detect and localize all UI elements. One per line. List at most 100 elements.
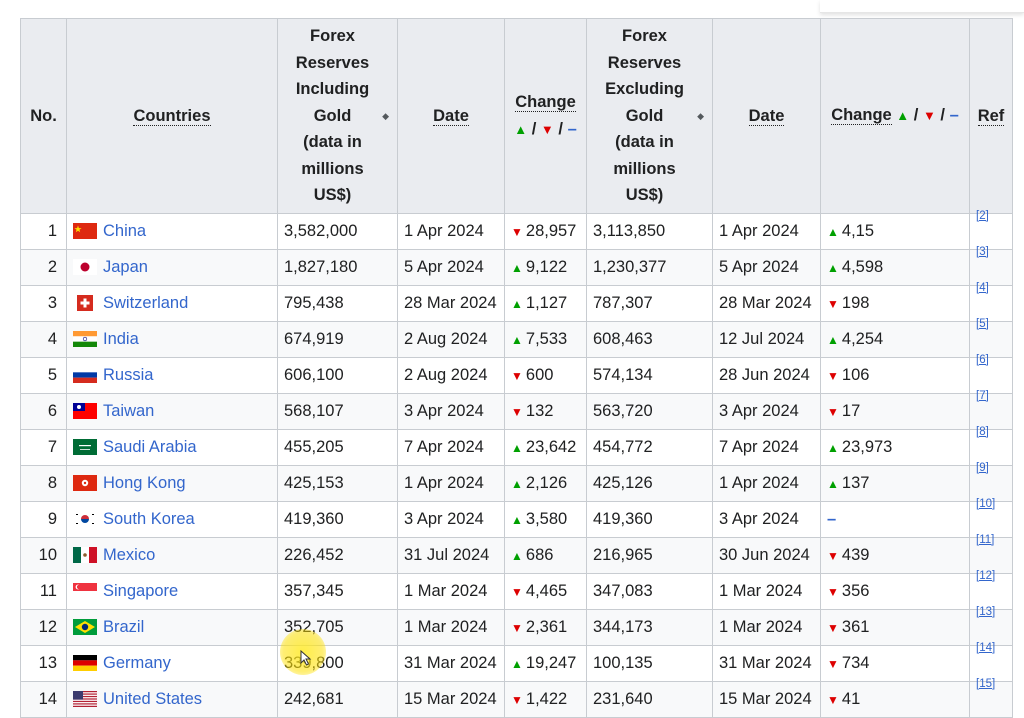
country-cell: United States bbox=[66, 681, 278, 718]
ref-cell: [7] bbox=[969, 390, 1013, 430]
reference-link[interactable]: [4] bbox=[976, 282, 989, 294]
rank-cell: 5 bbox=[20, 357, 67, 394]
country-link[interactable]: United States bbox=[103, 690, 202, 708]
country-cell: India bbox=[66, 321, 278, 358]
date-cell: 7 Apr 2024 bbox=[712, 429, 821, 466]
country-link[interactable]: Singapore bbox=[103, 582, 178, 600]
singapore-flag-icon bbox=[73, 582, 97, 599]
rank-cell: 12 bbox=[20, 609, 67, 646]
triangle-down-icon: ▼ bbox=[511, 225, 523, 239]
country-cell: Germany bbox=[66, 645, 278, 682]
date-cell: 3 Apr 2024 bbox=[397, 501, 505, 538]
ref-cell: [2] bbox=[969, 210, 1013, 250]
country-link[interactable]: Saudi Arabia bbox=[103, 438, 197, 456]
country-link[interactable]: China bbox=[103, 222, 146, 240]
col-header-forex-excluding-gold[interactable]: Forex Reserves Excluding Gold (data in millio… bbox=[586, 18, 713, 214]
reference-link[interactable]: [14] bbox=[976, 642, 995, 654]
germany-flag-icon bbox=[73, 654, 97, 671]
header-line: Reserves bbox=[295, 53, 370, 72]
date-cell: 15 Mar 2024 bbox=[712, 681, 821, 718]
table-row: 8 Hong Kong 425,153 1 Apr 2024 ▲ 2,126 425,126… bbox=[20, 462, 1013, 502]
country-link[interactable]: Hong Kong bbox=[103, 474, 186, 492]
table-row: 3 Switzerland 795,438 28 Mar 2024 ▲ 1,127 787,… bbox=[20, 282, 1013, 322]
triangle-down-icon: ▼ bbox=[827, 657, 839, 671]
country-link[interactable]: South Korea bbox=[103, 510, 195, 528]
rank-cell: 11 bbox=[20, 573, 67, 610]
change-cell: ▲ 9,122 bbox=[504, 249, 587, 286]
reference-link[interactable]: [9] bbox=[976, 462, 989, 474]
header-line: (data in bbox=[303, 133, 362, 152]
col-header-change-2[interactable]: Change ▲ / ▼ / – bbox=[820, 18, 970, 214]
sort-icon[interactable]: ◆ bbox=[382, 112, 389, 121]
col-header-ref[interactable]: Ref bbox=[969, 18, 1013, 214]
country-link[interactable]: Russia bbox=[103, 366, 153, 384]
country-link[interactable]: Brazil bbox=[103, 618, 144, 636]
reference-link[interactable]: [7] bbox=[976, 390, 989, 402]
sort-icon[interactable]: ◆ bbox=[697, 112, 704, 121]
rank-cell: 1 bbox=[20, 213, 67, 250]
country-link[interactable]: India bbox=[103, 330, 139, 348]
reserves-including-gold-cell: 606,100 bbox=[277, 357, 398, 394]
country-link[interactable]: Switzerland bbox=[103, 294, 188, 312]
ref-cell: [5] bbox=[969, 318, 1013, 358]
date-cell: 1 Apr 2024 bbox=[397, 213, 505, 250]
rank-cell: 9 bbox=[20, 501, 67, 538]
triangle-up-icon: ▲ bbox=[511, 657, 523, 671]
ref-cell: [12] bbox=[969, 570, 1013, 610]
date-cell: 28 Jun 2024 bbox=[712, 357, 821, 394]
change-cell: ▼ 106 bbox=[820, 357, 970, 394]
date-cell: 7 Apr 2024 bbox=[397, 429, 505, 466]
reference-link[interactable]: [2] bbox=[976, 210, 989, 222]
country-link[interactable]: Mexico bbox=[103, 546, 155, 564]
dash-icon: – bbox=[949, 106, 959, 125]
reference-link[interactable]: [11] bbox=[976, 534, 994, 546]
table-row: 1 China 3,582,000 1 Apr 2024 ▼ 28,957 3,113,85… bbox=[20, 210, 1013, 250]
ref-cell: [11] bbox=[969, 534, 1013, 574]
reference-link[interactable]: [3] bbox=[976, 246, 989, 258]
rank-cell: 6 bbox=[20, 393, 67, 430]
reference-link[interactable]: [12] bbox=[976, 570, 995, 582]
triangle-down-icon: ▼ bbox=[511, 585, 523, 599]
header-line: Gold bbox=[625, 106, 664, 125]
date-cell: 31 Mar 2024 bbox=[397, 645, 505, 682]
triangle-down-icon: ▼ bbox=[827, 549, 839, 563]
change-cell: ▼ 4,465 bbox=[504, 573, 587, 610]
dash-icon: – bbox=[827, 510, 837, 528]
country-link[interactable]: Taiwan bbox=[103, 402, 154, 420]
col-header-date-2[interactable]: Date bbox=[712, 18, 821, 214]
reference-link[interactable]: [8] bbox=[976, 426, 989, 438]
reserves-including-gold-cell: 795,438 bbox=[277, 285, 398, 322]
table-row: 11 Singapore 357,345 1 Mar 2024 ▼ 4,465 347,08… bbox=[20, 570, 1013, 610]
col-header-date-1[interactable]: Date bbox=[397, 18, 505, 214]
country-link[interactable]: Germany bbox=[103, 654, 171, 672]
change-cell: ▲ 23,642 bbox=[504, 429, 587, 466]
reference-link[interactable]: [6] bbox=[976, 354, 989, 366]
change-cell: ▼ 361 bbox=[820, 609, 970, 646]
country-link[interactable]: Japan bbox=[103, 258, 148, 276]
rank-cell: 7 bbox=[20, 429, 67, 466]
country-cell: China bbox=[66, 213, 278, 250]
switzerland-flag-icon bbox=[73, 294, 97, 311]
russia-flag-icon bbox=[73, 366, 97, 383]
ref-cell: [6] bbox=[969, 354, 1013, 394]
rank-cell: 3 bbox=[20, 285, 67, 322]
reference-link[interactable]: [5] bbox=[976, 318, 989, 330]
triangle-up-icon: ▲ bbox=[827, 261, 839, 275]
header-line: millions bbox=[613, 159, 676, 178]
change-cell: ▲ 7,533 bbox=[504, 321, 587, 358]
col-header-no[interactable]: No. bbox=[20, 18, 67, 214]
table-row: 5 Russia 606,100 2 Aug 2024 ▼ 600 574,134 28 Ju… bbox=[20, 354, 1013, 394]
reference-link[interactable]: [10] bbox=[976, 498, 995, 510]
date-cell: 3 Apr 2024 bbox=[397, 393, 505, 430]
reference-link[interactable]: [15] bbox=[976, 678, 995, 690]
triangle-down-icon: ▼ bbox=[511, 693, 523, 707]
date-cell: 1 Apr 2024 bbox=[397, 465, 505, 502]
col-header-countries[interactable]: Countries bbox=[66, 18, 278, 214]
reference-link[interactable]: [13] bbox=[976, 606, 995, 618]
triangle-up-icon: ▲ bbox=[511, 477, 523, 491]
col-header-forex-including-gold[interactable]: Forex Reserves Including Gold (data in millio… bbox=[277, 18, 398, 214]
ref-cell: [9] bbox=[969, 462, 1013, 502]
change-cell: ▼ 17 bbox=[820, 393, 970, 430]
triangle-up-icon: ▲ bbox=[827, 225, 839, 239]
col-header-change-1[interactable]: Change ▲ / ▼ / – bbox=[504, 18, 587, 214]
